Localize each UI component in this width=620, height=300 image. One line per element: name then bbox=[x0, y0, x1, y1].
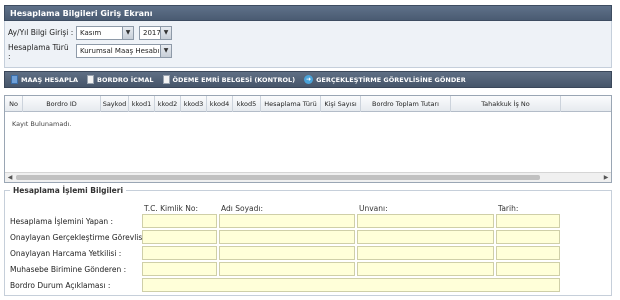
type-label: Hesaplama Türü bbox=[8, 43, 69, 52]
col-kkod1[interactable]: kkod1 bbox=[129, 96, 155, 112]
col-hesaplama-turu[interactable]: Hesaplama Türü bbox=[261, 96, 321, 112]
bordro-icmal-button[interactable]: BORDRO İCMAL bbox=[87, 75, 154, 84]
send-to-officer-button[interactable]: ➜ GERÇEKLEŞTİRME GÖREVLİSİNE GÖNDER bbox=[304, 75, 466, 84]
fieldset-legend: Hesaplama İşlemi Bilgileri bbox=[10, 186, 127, 195]
row-label-durum: Bordro Durum Açıklaması : bbox=[10, 281, 111, 290]
title-field[interactable] bbox=[357, 262, 494, 276]
col-saykod[interactable]: Saykod bbox=[101, 96, 129, 112]
col-b[interactable]: B bbox=[561, 96, 611, 112]
col-kkod4[interactable]: kkod4 bbox=[207, 96, 233, 112]
col-kkod2[interactable]: kkod2 bbox=[155, 96, 181, 112]
date-field[interactable] bbox=[496, 214, 560, 228]
arrow-right-icon: ➜ bbox=[304, 75, 314, 84]
chevron-down-icon[interactable]: ▼ bbox=[160, 27, 171, 39]
date-field[interactable] bbox=[496, 230, 560, 244]
scroll-right-icon[interactable]: ▶ bbox=[601, 173, 611, 182]
col-head-title: Unvanı: bbox=[359, 204, 388, 213]
col-kisi-sayisi[interactable]: Kişi Sayısı bbox=[321, 96, 361, 112]
col-kkod5[interactable]: kkod5 bbox=[233, 96, 261, 112]
month-value: Kasım bbox=[80, 29, 102, 37]
year-select[interactable]: 2017 ▼ bbox=[139, 26, 172, 40]
status-description-field[interactable] bbox=[142, 278, 560, 292]
type-label-colon: : bbox=[8, 52, 11, 61]
tc-field[interactable] bbox=[142, 262, 217, 276]
chevron-down-icon[interactable]: ▼ bbox=[122, 27, 133, 39]
bordro-grid: No Bordro ID Saykod kkod1 kkod2 kkod3 kk… bbox=[4, 95, 612, 183]
maas-hesapla-label: MAAŞ HESAPLA bbox=[21, 75, 79, 84]
tc-field[interactable] bbox=[142, 214, 217, 228]
chevron-down-icon[interactable]: ▼ bbox=[160, 45, 171, 57]
action-toolbar: MAAŞ HESAPLA BORDRO İCMAL ÖDEME EMRİ BEL… bbox=[4, 71, 612, 88]
maas-hesapla-button[interactable]: MAAŞ HESAPLA bbox=[11, 75, 78, 84]
scrollbar-thumb[interactable] bbox=[16, 175, 540, 180]
odeme-emri-button[interactable]: ÖDEME EMRİ BELGESİ (KONTROL) bbox=[162, 75, 296, 84]
title-field[interactable] bbox=[357, 230, 494, 244]
row-label-hesaplayan: Hesaplama İşlemini Yapan : bbox=[10, 217, 114, 226]
document-icon bbox=[162, 75, 170, 84]
screen: Hesaplama Bilgileri Giriş Ekranı Ay/Yıl … bbox=[0, 0, 620, 300]
document-icon bbox=[87, 75, 95, 84]
date-field[interactable] bbox=[496, 246, 560, 260]
calculation-type-select[interactable]: Kurumsal Maaş Hesabı ▼ bbox=[76, 44, 172, 58]
month-select[interactable]: Kasım ▼ bbox=[76, 26, 134, 40]
col-bordro-id[interactable]: Bordro ID bbox=[23, 96, 101, 112]
send-to-officer-label: GERÇEKLEŞTİRME GÖREVLİSİNE GÖNDER bbox=[316, 75, 466, 84]
title-field[interactable] bbox=[357, 246, 494, 260]
row-label-harcama: Onaylayan Harcama Yetkilisi : bbox=[10, 249, 122, 258]
period-label: Ay/Yıl Bilgi Girişi : bbox=[8, 28, 74, 37]
col-head-tc: T.C. Kimlik No: bbox=[144, 204, 199, 213]
scroll-left-icon[interactable]: ◀ bbox=[5, 173, 15, 182]
name-field[interactable] bbox=[219, 230, 355, 244]
col-head-date: Tarih: bbox=[498, 204, 519, 213]
col-no[interactable]: No bbox=[5, 96, 23, 112]
row-label-gerceklestirme: Onaylayan Gerçekleştirme Görevlisi : bbox=[10, 233, 150, 242]
calculator-icon bbox=[11, 75, 18, 84]
date-field[interactable] bbox=[496, 262, 560, 276]
horizontal-scrollbar[interactable]: ◀ ▶ bbox=[5, 172, 611, 182]
panel-title: Hesaplama Bilgileri Giriş Ekranı bbox=[4, 5, 612, 21]
title-field[interactable] bbox=[357, 214, 494, 228]
tc-field[interactable] bbox=[142, 230, 217, 244]
name-field[interactable] bbox=[219, 262, 355, 276]
calculation-type-value: Kurumsal Maaş Hesabı bbox=[80, 47, 160, 55]
col-bordro-toplam-tutari[interactable]: Bordro Toplam Tutarı bbox=[361, 96, 451, 112]
bordro-icmal-label: BORDRO İCMAL bbox=[97, 75, 154, 84]
col-head-name: Adı Soyadı: bbox=[221, 204, 263, 213]
name-field[interactable] bbox=[219, 214, 355, 228]
row-label-muhasebe: Muhasebe Birimine Gönderen : bbox=[10, 265, 127, 274]
empty-message: Kayıt Bulunamadı. bbox=[12, 120, 72, 128]
tc-field[interactable] bbox=[142, 246, 217, 260]
col-kkod3[interactable]: kkod3 bbox=[181, 96, 207, 112]
grid-header: No Bordro ID Saykod kkod1 kkod2 kkod3 kk… bbox=[5, 96, 611, 112]
col-tahakkuk-is-no[interactable]: Tahakkuk İş No bbox=[451, 96, 561, 112]
year-value: 2017 bbox=[143, 29, 161, 37]
name-field[interactable] bbox=[219, 246, 355, 260]
odeme-emri-label: ÖDEME EMRİ BELGESİ (KONTROL) bbox=[172, 75, 296, 84]
